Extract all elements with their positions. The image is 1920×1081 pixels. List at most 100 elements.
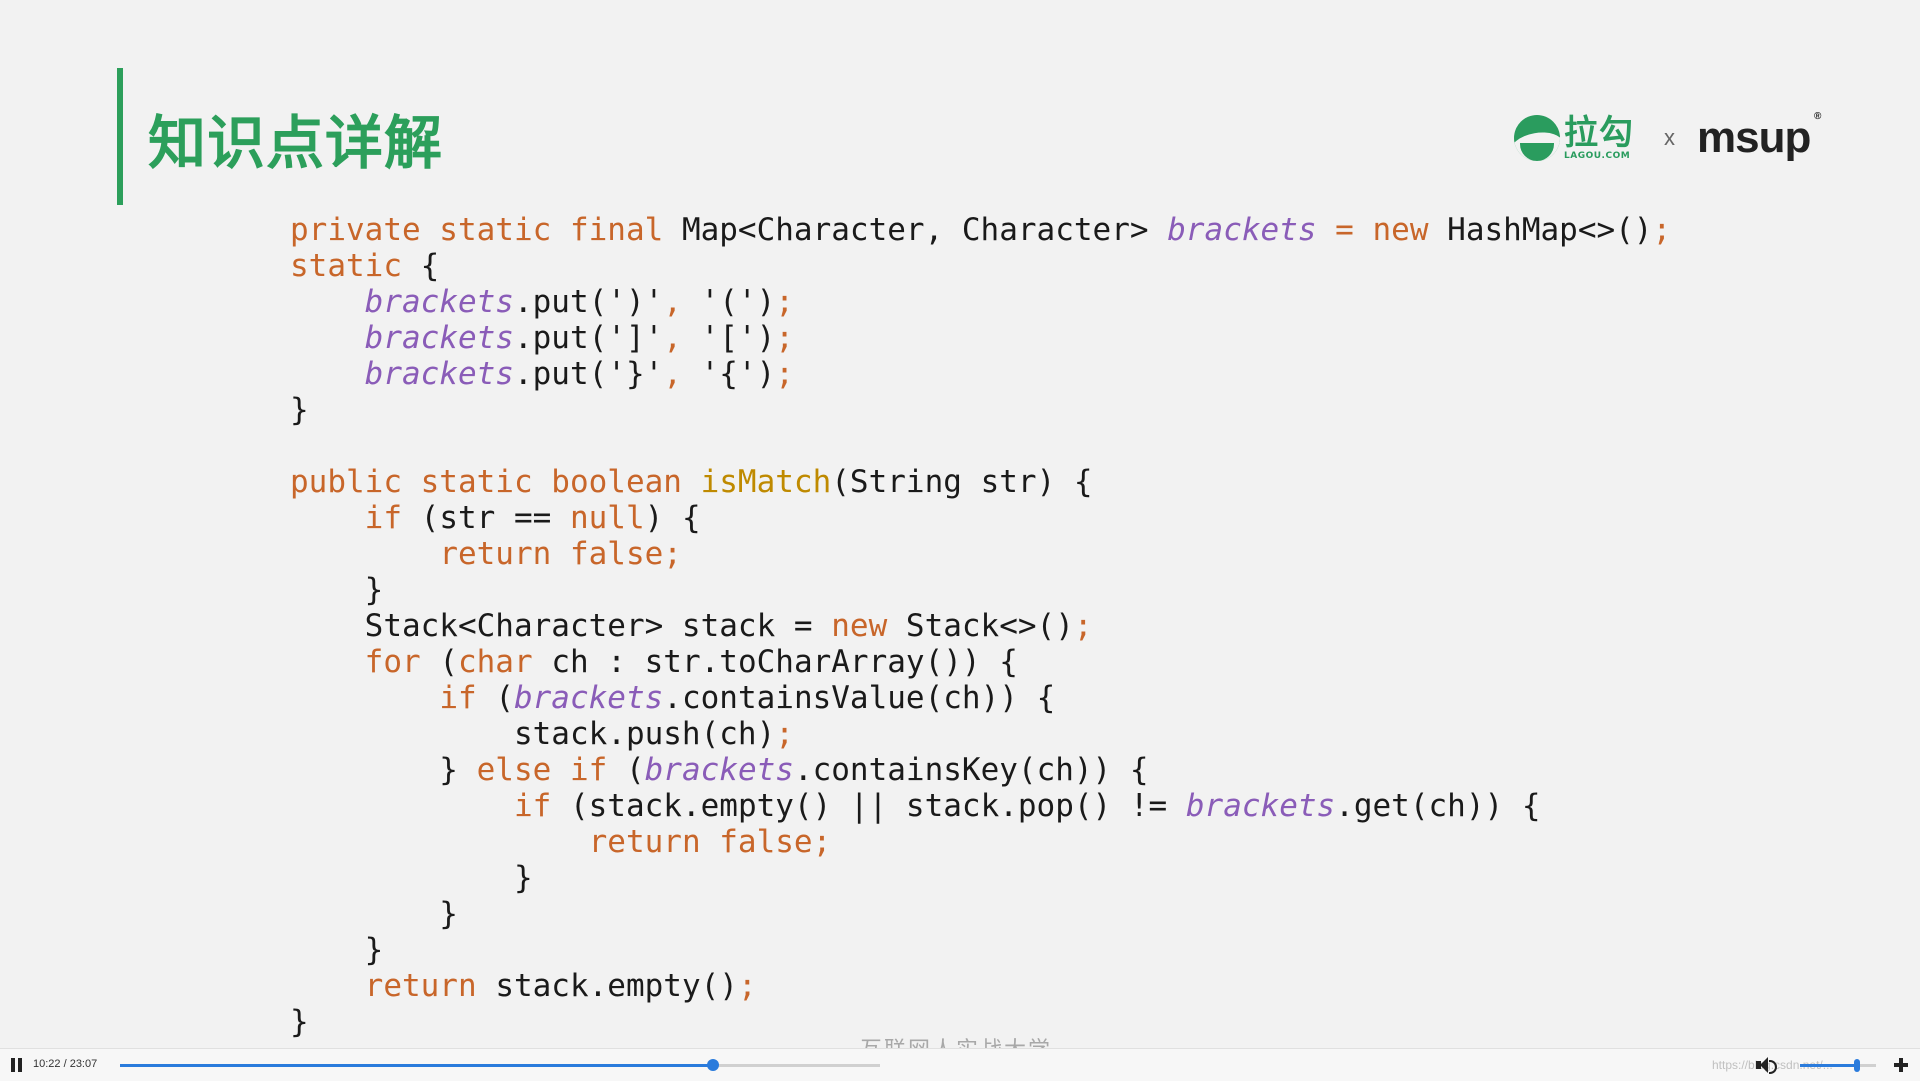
code-line: return false; (290, 824, 1671, 860)
code-token: public static boolean (290, 464, 701, 500)
code-token: isMatch (700, 464, 832, 500)
code-line: brackets.put('}', '{'); (290, 356, 1671, 392)
code-token: (str == (420, 500, 570, 536)
code-token: = (1316, 212, 1373, 248)
code-token: stack.push(ch) (290, 716, 776, 752)
code-line: } (290, 896, 1671, 932)
code-line: return false; (290, 536, 1671, 572)
code-token: { (420, 248, 440, 284)
code-token: return (364, 968, 496, 1004)
video-frame[interactable]: 知识点详解 拉勾 LAGOU.COM x msup ® private stati… (0, 0, 1920, 1048)
lagou-logo-en: LAGOU.COM (1564, 150, 1631, 161)
code-token: ; (775, 716, 794, 752)
code-line: } (290, 860, 1671, 896)
code-line: Stack<Character> stack = new Stack<>(); (290, 608, 1671, 644)
lagou-logo-icon (1514, 115, 1560, 161)
partner-logos: 拉勾 LAGOU.COM x msup ® (1514, 108, 1821, 168)
code-token: Map<Character, Character> (681, 212, 1168, 248)
msup-logo: msup ® (1697, 111, 1821, 163)
code-token: .containsValue(ch)) { (663, 680, 1056, 716)
code-token: } (290, 1004, 309, 1040)
volume-slider[interactable] (1800, 1059, 1876, 1072)
code-token: ( (439, 644, 458, 680)
code-token: brackets (364, 320, 514, 356)
fullscreen-exit-icon[interactable] (1894, 1058, 1908, 1072)
code-token: Stack<Character> stack = (290, 608, 832, 644)
code-token: .put(')' (513, 284, 664, 320)
watermark-text: 互联网人实战大学 (860, 1032, 1052, 1048)
code-token: , (663, 320, 701, 356)
code-line: for (char ch : str.toCharArray()) { (290, 644, 1671, 680)
code-line: } (290, 932, 1671, 968)
pause-icon[interactable] (10, 1058, 24, 1072)
code-token: private static final (290, 212, 682, 248)
code-token: } (290, 860, 533, 896)
title-accent-bar (117, 68, 123, 205)
code-line: public static boolean isMatch(String str… (290, 464, 1671, 500)
code-token: new (1372, 212, 1448, 248)
code-token: (String str) { (831, 464, 1093, 500)
code-token: , (663, 284, 701, 320)
msup-logo-text: msup (1697, 113, 1811, 162)
code-token: brackets (644, 752, 794, 788)
code-token: ; (1652, 212, 1672, 248)
code-token: .containsKey(ch)) { (793, 752, 1149, 788)
volume-handle[interactable] (1854, 1059, 1860, 1072)
code-token: if (513, 788, 570, 824)
code-line: } else if (brackets.containsKey(ch)) { (290, 752, 1671, 788)
code-token: } (290, 896, 458, 932)
code-line: return stack.empty(); (290, 968, 1671, 1004)
lagou-logo-text: 拉勾 LAGOU.COM (1564, 116, 1634, 161)
code-token: brackets (364, 356, 514, 392)
code-token: '[') (700, 320, 776, 356)
code-token: ( (495, 680, 514, 716)
code-token: , (663, 356, 701, 392)
code-token: if (364, 500, 421, 536)
code-line: private static final Map<Character, Char… (290, 212, 1671, 248)
code-token: for (364, 644, 440, 680)
progress-bar[interactable] (120, 1059, 880, 1071)
code-token: .put(']' (513, 320, 664, 356)
code-token: '{') (700, 356, 776, 392)
code-token: return false; (439, 536, 682, 572)
code-line: if (stack.empty() || stack.pop() != brac… (290, 788, 1671, 824)
code-token: } (290, 572, 384, 608)
code-token: ) { (644, 500, 701, 536)
volume-fill (1800, 1064, 1857, 1067)
code-line: brackets.put(']', '['); (290, 320, 1671, 356)
code-token: ; (737, 968, 757, 1004)
logo-separator: x (1664, 125, 1675, 150)
code-token: .put('}' (513, 356, 664, 392)
code-token: (stack.empty() || stack.pop() != (569, 788, 1186, 824)
code-line: static { (290, 248, 1671, 284)
code-token: new (831, 608, 906, 644)
code-token: brackets (513, 680, 664, 716)
code-token: return false; (588, 824, 832, 860)
video-controls: 10:22 / 23:07 https://blog.csdn.net/... (0, 1048, 1920, 1081)
code-token: '(') (700, 284, 776, 320)
code-token: ; (775, 284, 794, 320)
code-token: brackets (1185, 788, 1336, 824)
volume-icon[interactable] (1756, 1056, 1777, 1074)
code-token: } (290, 392, 309, 428)
code-token: ; (775, 356, 794, 392)
msup-registered-mark: ® (1813, 111, 1821, 122)
code-line: if (str == null) { (290, 500, 1671, 536)
slide-title: 知识点详解 (148, 109, 444, 177)
progress-handle[interactable] (706, 1059, 719, 1071)
code-token: ( (625, 752, 645, 788)
code-token: static (290, 248, 421, 284)
code-token: null (569, 500, 645, 536)
code-token: else if (476, 752, 626, 788)
code-block: private static final Map<Character, Char… (290, 212, 1671, 1040)
lagou-logo-cn: 拉勾 (1564, 112, 1634, 153)
